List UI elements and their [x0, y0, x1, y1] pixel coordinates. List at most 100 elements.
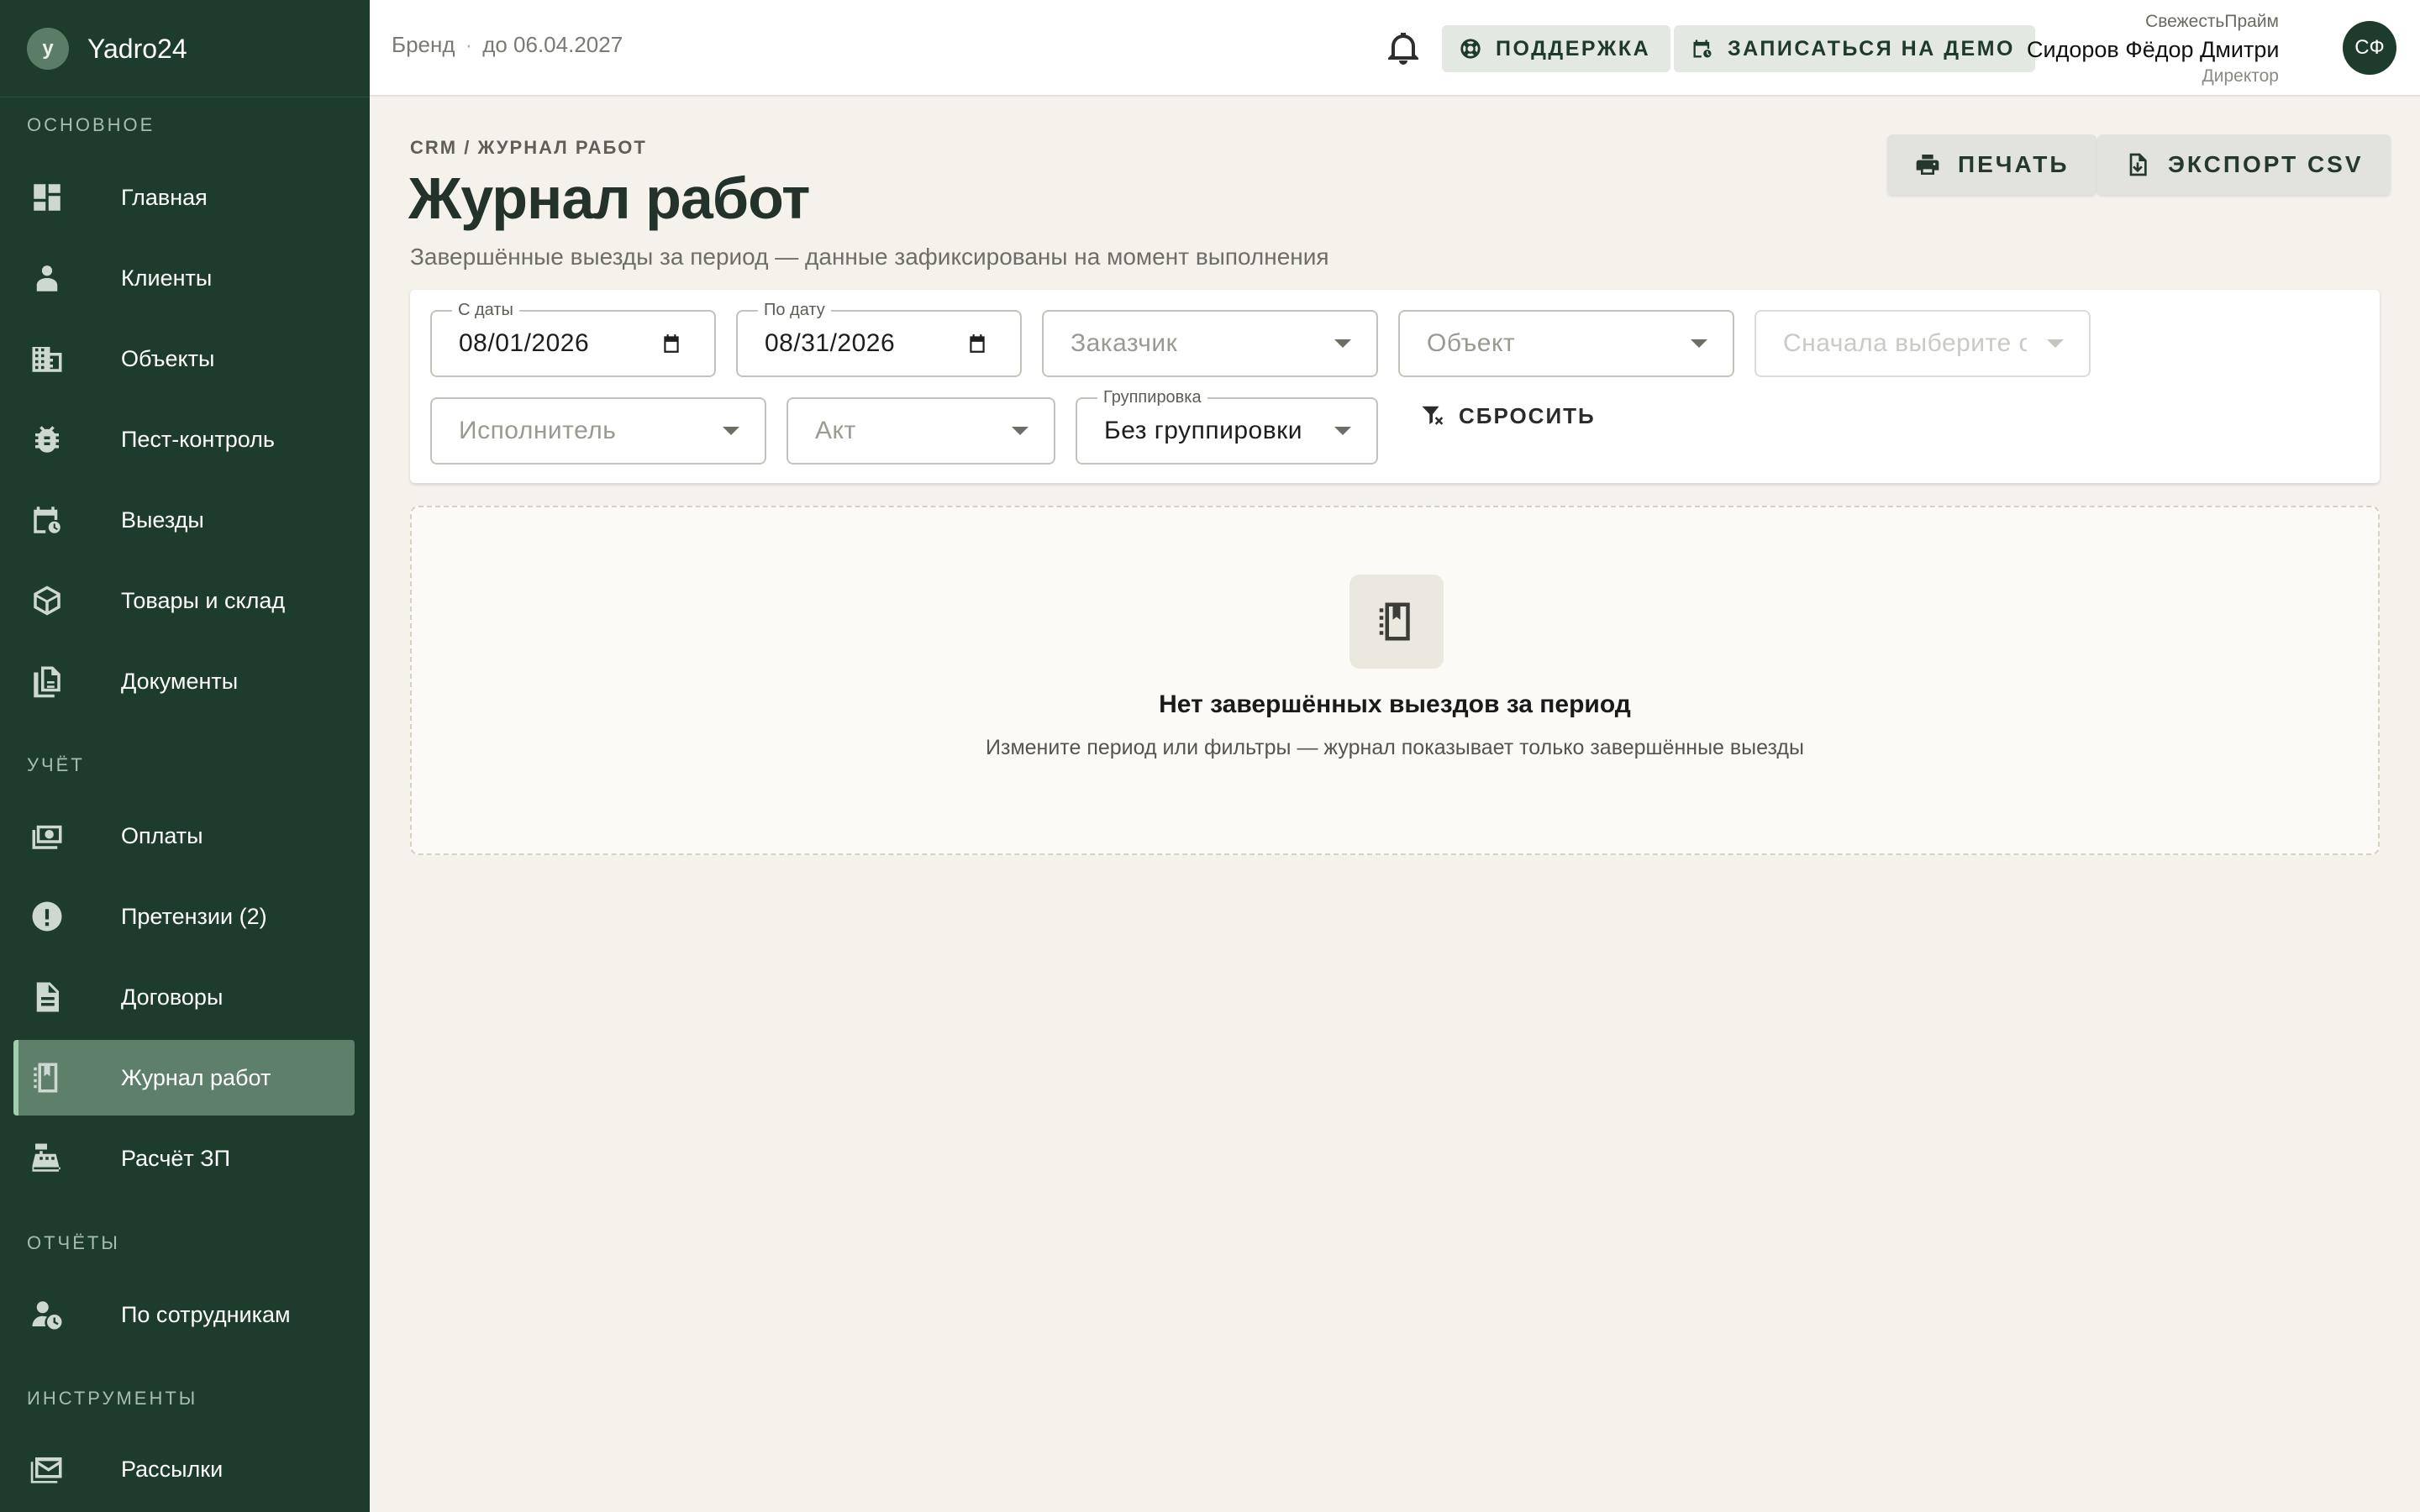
- valid-until: до 06.04.2027: [482, 32, 623, 57]
- reset-label: СБРОСИТЬ: [1459, 402, 1596, 428]
- empty-state-title: Нет завершённых выездов за период: [1159, 690, 1631, 718]
- avatar[interactable]: СФ: [2343, 21, 2396, 75]
- sidebar-item-visits[interactable]: Выезды: [13, 482, 355, 558]
- sidebar-item-by-employees[interactable]: По сотрудникам: [13, 1277, 355, 1352]
- journal-icon: [1349, 575, 1444, 669]
- cash-register-icon: [29, 1140, 66, 1177]
- separator: ·: [465, 32, 473, 57]
- bug-icon: [29, 421, 66, 458]
- object-select[interactable]: Объект: [1398, 310, 1734, 377]
- act-select[interactable]: Акт: [786, 397, 1055, 465]
- notifications-bell-icon[interactable]: [1383, 27, 1423, 69]
- grouping-select[interactable]: Группировка Без группировки: [1076, 387, 1378, 465]
- sidebar-item-clients[interactable]: Клиенты: [13, 240, 355, 316]
- box-icon: [29, 582, 66, 619]
- support-label: ПОДДЕРЖКА: [1496, 36, 1651, 60]
- calendar-icon[interactable]: [966, 333, 988, 354]
- book-demo-button[interactable]: ЗАПИСАТЬСЯ НА ДЕМО: [1674, 25, 2035, 72]
- contract-icon: [29, 979, 66, 1016]
- printer-icon: [1916, 155, 1939, 175]
- mail-icon: [29, 1451, 66, 1488]
- date-to-label: По дату: [758, 300, 831, 320]
- sidebar-item-mailings[interactable]: Рассылки: [13, 1431, 355, 1507]
- empty-state-text: Измените период или фильтры — журнал пок…: [986, 736, 1804, 759]
- file-download-icon: [2129, 153, 2147, 176]
- sidebar-item-objects[interactable]: Объекты: [13, 321, 355, 396]
- sidebar-item-goods[interactable]: Товары и склад: [13, 563, 355, 638]
- export-csv-button[interactable]: ЭКСПОРТ CSV: [2097, 134, 2391, 195]
- executor-select[interactable]: Исполнитель: [430, 397, 766, 465]
- chevron-down-icon: [2047, 339, 2064, 348]
- sidebar-item-pest-control[interactable]: Пест-контроль: [13, 402, 355, 477]
- sidebar-item-label: Выезды: [121, 507, 204, 533]
- sidebar-item-payroll[interactable]: Расчёт ЗП: [13, 1121, 355, 1196]
- page-title: Журнал работ: [408, 165, 810, 231]
- sidebar-item-home[interactable]: Главная: [13, 160, 355, 235]
- customer-select[interactable]: Заказчик: [1042, 310, 1378, 377]
- dependent-select: Сначала выберите о: [1754, 310, 2091, 377]
- money-icon: [29, 817, 66, 854]
- filter-clear-icon: [1422, 406, 1444, 425]
- brand[interactable]: y Yadro24: [27, 25, 187, 72]
- section-title-reports: Отчёты: [27, 1232, 120, 1253]
- sidebar: y Yadro24 Основное Главная Клиенты Объек…: [0, 0, 370, 1512]
- date-to-value: 08/31/2026: [765, 329, 896, 357]
- sidebar-item-label: Журнал работ: [121, 1064, 271, 1090]
- user-organization: СвежестьПрайм: [2145, 12, 2279, 31]
- sidebar-item-claims[interactable]: Претензии (2): [13, 879, 355, 954]
- calendar-clock-icon: [1693, 39, 1712, 58]
- journal-icon: [29, 1059, 66, 1096]
- employee-clock-icon: [29, 1296, 66, 1333]
- grouping-label: Группировка: [1097, 387, 1207, 407]
- sidebar-item-payments[interactable]: Оплаты: [13, 798, 355, 874]
- date-to-field[interactable]: По дату 08/31/2026: [736, 300, 1022, 377]
- filters-panel: С даты 08/01/2026 По дату 08/31/2026 Зак…: [410, 290, 2380, 483]
- reset-filters-button[interactable]: СБРОСИТЬ: [1412, 391, 1604, 441]
- brand-label: Бренд: [392, 32, 455, 57]
- section-title-tools: Инструменты: [27, 1388, 198, 1409]
- support-button[interactable]: ПОДДЕРЖКА: [1442, 25, 1671, 72]
- calendar-clock-icon: [29, 501, 66, 538]
- calendar-icon[interactable]: [660, 333, 682, 354]
- breadcrumb: CRM / ЖУРНАЛ РАБОТ: [410, 137, 647, 158]
- date-from-value: 08/01/2026: [459, 329, 590, 357]
- user-role: Директор: [2202, 66, 2279, 86]
- building-icon: [29, 340, 66, 377]
- print-button[interactable]: ПЕЧАТЬ: [1887, 134, 2096, 195]
- brand-name: Yadro24: [87, 33, 187, 64]
- sidebar-item-contracts[interactable]: Договоры: [13, 959, 355, 1035]
- dependent-placeholder: Сначала выберите о: [1783, 329, 2027, 357]
- export-label: ЭКСПОРТ CSV: [2168, 151, 2364, 177]
- page-subtitle: Завершённые выезды за период — данные за…: [410, 244, 1329, 270]
- customer-placeholder: Заказчик: [1071, 329, 1178, 357]
- sidebar-item-label: Документы: [121, 668, 239, 694]
- sidebar-item-label: Договоры: [121, 984, 224, 1010]
- sidebar-item-label: Рассылки: [121, 1456, 224, 1482]
- chevron-down-icon: [1012, 427, 1028, 435]
- date-from-field[interactable]: С даты 08/01/2026: [430, 300, 716, 377]
- sidebar-item-label: Товары и склад: [121, 587, 286, 613]
- chevron-down-icon: [1691, 339, 1707, 348]
- sidebar-item-work-journal[interactable]: Журнал работ: [13, 1040, 355, 1116]
- lifebuoy-icon: [1460, 39, 1481, 59]
- section-title-main: Основное: [27, 114, 155, 135]
- documents-icon: [29, 663, 66, 700]
- alert-icon: [29, 898, 66, 935]
- user-info[interactable]: СвежестьПрайм Сидоров Фёдор Дмитриев... …: [2027, 12, 2279, 87]
- user-name: Сидоров Фёдор Дмитриев...: [2027, 37, 2279, 62]
- sidebar-item-label: По сотрудникам: [121, 1301, 291, 1327]
- sidebar-item-documents[interactable]: Документы: [13, 643, 355, 719]
- empty-state: Нет завершённых выездов за период Измени…: [410, 506, 2380, 855]
- demo-label: ЗАПИСАТЬСЯ НА ДЕМО: [1728, 36, 2015, 60]
- executor-placeholder: Исполнитель: [459, 417, 617, 444]
- subscription-info: Бренд · до 06.04.2027: [392, 32, 623, 58]
- chevron-down-icon: [1334, 339, 1351, 348]
- grouping-value: Без группировки: [1104, 417, 1303, 444]
- object-placeholder: Объект: [1427, 329, 1516, 357]
- sidebar-item-label: Главная: [121, 184, 208, 210]
- sidebar-item-label: Оплаты: [121, 822, 203, 848]
- sidebar-item-label: Клиенты: [121, 265, 213, 291]
- sidebar-item-label: Расчёт ЗП: [121, 1145, 230, 1171]
- brand-logo: y: [27, 28, 69, 70]
- print-label: ПЕЧАТЬ: [1958, 151, 2070, 177]
